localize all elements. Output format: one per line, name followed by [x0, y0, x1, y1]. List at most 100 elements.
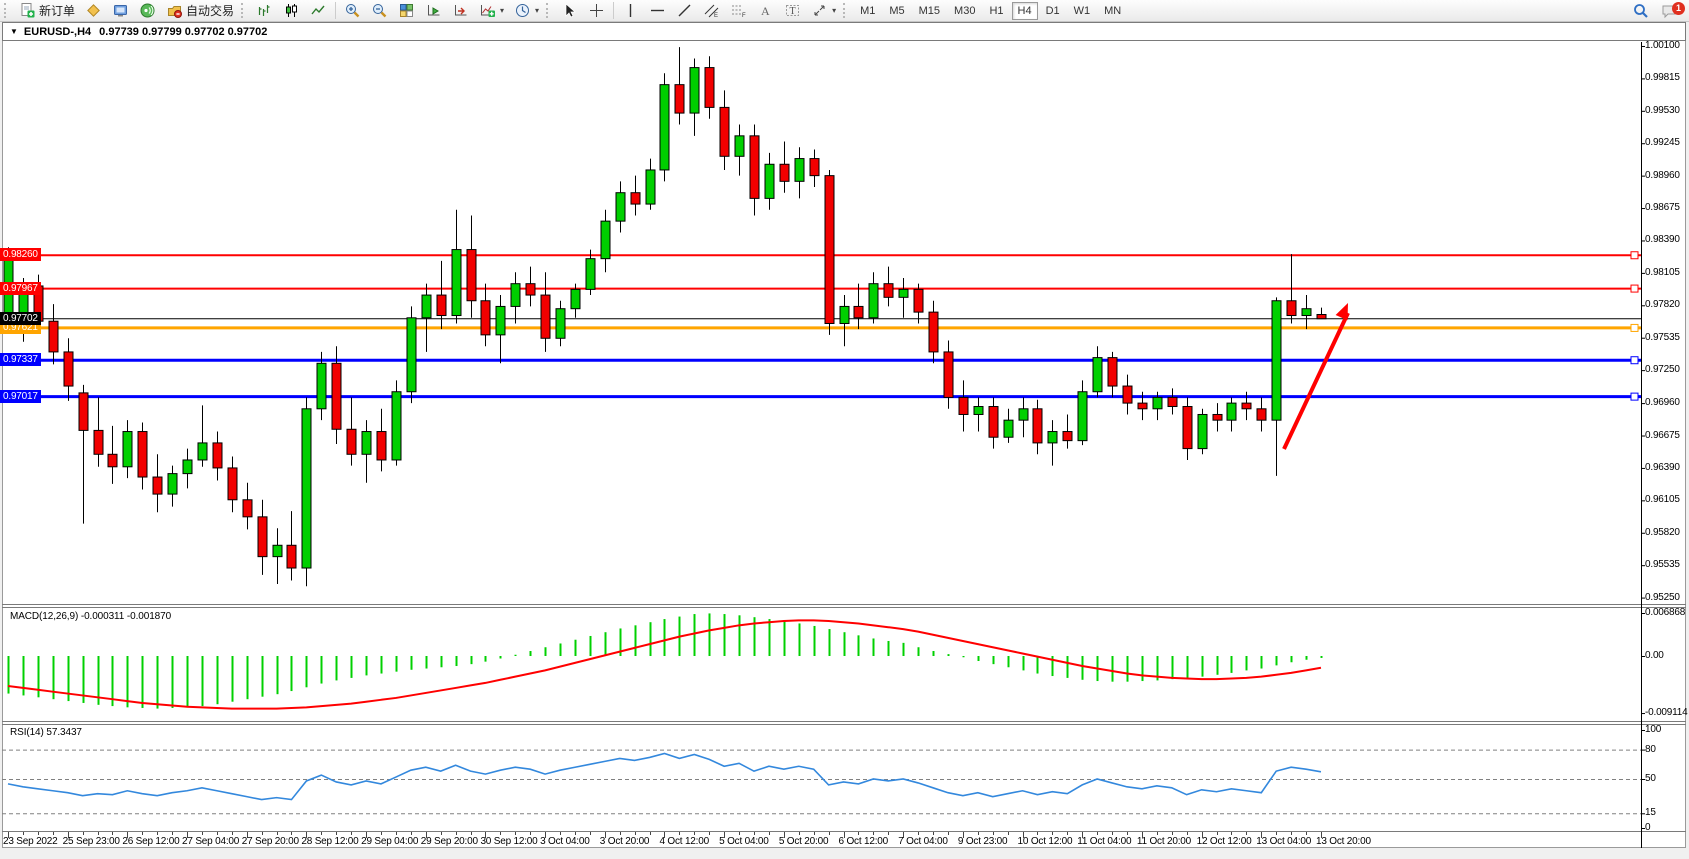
candle-down [810, 159, 819, 176]
candle-up [735, 136, 744, 156]
candle-up [660, 85, 669, 170]
candle-down [287, 545, 296, 568]
hline-handle[interactable] [1631, 324, 1638, 331]
candle-up [168, 474, 177, 494]
chart-collapse-icon[interactable]: ▼ [10, 27, 18, 36]
candle-down [944, 352, 953, 397]
hline-handle[interactable] [1631, 285, 1638, 292]
candle-up [496, 306, 505, 334]
candle-down [541, 295, 550, 338]
hline-handle[interactable] [1631, 357, 1638, 364]
hline-handle[interactable] [4, 252, 11, 259]
candle-up [302, 409, 311, 568]
candle-down [1213, 414, 1222, 420]
candle-up [1227, 403, 1236, 420]
candle-up [586, 259, 595, 290]
candle-down [1257, 409, 1266, 420]
candle-up [511, 284, 520, 307]
candle-down [467, 250, 476, 301]
candle-up [795, 159, 804, 182]
candle-down [138, 432, 147, 477]
candle-down [49, 321, 58, 352]
candle-down [1123, 386, 1132, 403]
candle-down [720, 107, 729, 156]
candle-up [422, 295, 431, 318]
candle-up [317, 363, 326, 408]
candle-up [571, 289, 580, 308]
candle-down [750, 136, 759, 199]
candle-down [959, 397, 968, 414]
candle-down [481, 301, 490, 335]
hline-handle[interactable] [4, 324, 11, 331]
candle-down [675, 85, 684, 113]
candle-down [79, 393, 88, 431]
hline-handle[interactable] [4, 393, 11, 400]
candle-up [1078, 392, 1087, 441]
candle-down [825, 176, 834, 324]
candle-down [94, 430, 103, 454]
candle-up [4, 260, 13, 315]
candle-up [123, 432, 132, 467]
candle-down [1168, 397, 1177, 406]
candle-down [1033, 409, 1042, 443]
candle-up [392, 392, 401, 460]
chart-canvas[interactable] [0, 0, 1689, 859]
candle-up [556, 309, 565, 339]
candle-up [1198, 414, 1207, 448]
candle-down [1108, 358, 1117, 386]
candle-up [1048, 432, 1057, 443]
candle-down [1287, 301, 1296, 316]
candle-down [332, 363, 341, 429]
candle-up [198, 443, 207, 460]
hline-handle[interactable] [1631, 252, 1638, 259]
candle-up [362, 432, 371, 455]
chart-title: EURUSD-,H4 [24, 26, 91, 38]
candle-up [1093, 358, 1102, 392]
candle-down [347, 429, 356, 454]
candle-down [1242, 403, 1251, 409]
candle-down [854, 306, 863, 317]
chart-header[interactable]: ▼ EURUSD-,H4 0.97739 0.97799 0.97702 0.9… [2, 22, 1686, 41]
candle-up [19, 286, 28, 328]
hline-handle[interactable] [4, 357, 11, 364]
candle-down [1183, 407, 1192, 449]
candle-up [1004, 420, 1013, 437]
candle-up [407, 318, 416, 392]
candle-up [899, 289, 908, 297]
candle-down [929, 312, 938, 352]
candle-up [869, 284, 878, 318]
candle-up [646, 170, 655, 204]
chart-ohlc-values: 0.97739 0.97799 0.97702 0.97702 [99, 26, 267, 38]
hline-handle[interactable] [1631, 393, 1638, 400]
candle-up [601, 221, 610, 259]
candle-down [989, 407, 998, 438]
candle-down [1317, 315, 1326, 319]
candle-down [153, 477, 162, 494]
candle-up [183, 460, 192, 474]
candle-down [64, 352, 73, 386]
candle-down [705, 68, 714, 108]
candle-down [213, 443, 222, 468]
candle-down [914, 289, 923, 312]
candle-down [243, 500, 252, 517]
candle-down [1063, 432, 1072, 441]
candle-down [780, 164, 789, 181]
candle-up [690, 68, 699, 113]
candle-up [273, 545, 282, 556]
candle-up [1302, 309, 1311, 316]
candle-up [452, 250, 461, 316]
candle-up [765, 164, 774, 198]
candle-up [840, 306, 849, 323]
candle-down [526, 284, 535, 295]
candle-down [437, 295, 446, 315]
candle-down [34, 286, 43, 321]
candle-down [228, 468, 237, 500]
candle-up [616, 193, 625, 221]
candle-down [1138, 403, 1147, 409]
candle-up [1153, 397, 1162, 408]
candle-down [884, 284, 893, 298]
mt4-terminal: { "toolbar": { "new_order_label": "新订单",… [0, 0, 1689, 859]
candle-down [377, 432, 386, 460]
candle-down [108, 454, 117, 467]
candle-up [974, 407, 983, 415]
